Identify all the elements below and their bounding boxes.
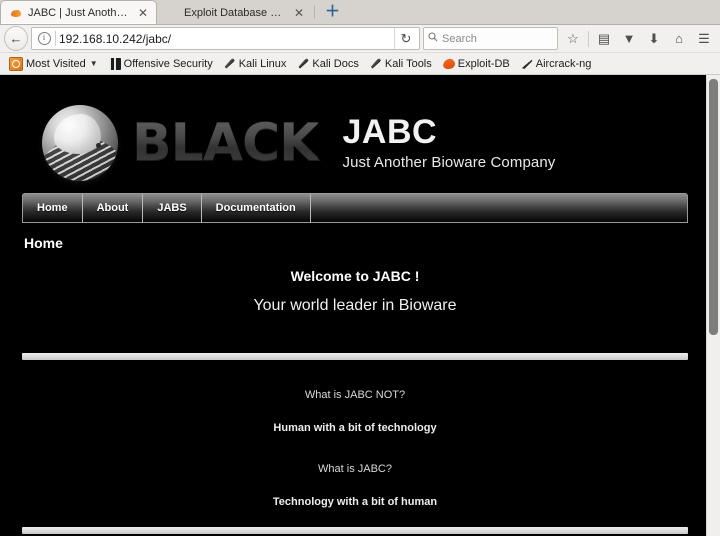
aircrack-ng-icon [521, 58, 533, 70]
exploit-db-icon [166, 6, 179, 19]
page-title: Home [24, 235, 63, 251]
browser-window: JABC | Just Another ... ✕ Exploit Databa… [0, 0, 720, 536]
tab-jabc[interactable]: JABC | Just Another ... ✕ [0, 0, 157, 24]
home-icon[interactable]: ⌂ [667, 28, 691, 50]
site-identity-icon[interactable]: i [34, 30, 54, 47]
answer-1: Human with a bit of technology [273, 422, 437, 434]
nav-item-home[interactable]: Home [23, 194, 83, 222]
page-viewport: BLACK JABC Just Another Bioware Company … [0, 75, 720, 536]
bookmark-kali-tools-label: Kali Tools [384, 57, 432, 70]
url-text: 192.168.10.242/jabc/ [59, 31, 172, 46]
answer-2: Technology with a bit of human [272, 496, 438, 508]
bookmark-exploit-db[interactable]: Exploit-DB [438, 57, 515, 71]
tagline-text: Your world leader in Bioware [253, 297, 457, 314]
navigation-toolbar: ← i 192.168.10.242/jabc/ ↻ Search ☆ ▤ ▼ … [0, 25, 720, 53]
url-separator [55, 31, 56, 46]
reader-view-icon[interactable]: ▤ [592, 28, 616, 50]
black-sphere-logo-icon [42, 105, 118, 181]
bookmarks-toolbar: Most Visited ▼ Offensive Security Kali L… [0, 53, 720, 75]
kali-dragon-icon [370, 58, 381, 69]
reload-button[interactable]: ↻ [394, 28, 417, 49]
kali-dragon-icon [298, 58, 309, 69]
chevron-down-icon: ▼ [89, 59, 98, 68]
bookmark-most-visited[interactable]: Most Visited ▼ [4, 56, 103, 72]
bookmark-most-visited-label: Most Visited [26, 57, 86, 70]
search-bar[interactable]: Search [423, 27, 558, 50]
toolbar-separator [588, 30, 589, 47]
nav-filler [311, 194, 687, 222]
downloads-icon[interactable]: ⬇ [642, 28, 666, 50]
tab-jabc-title: JABC | Just Another ... [28, 6, 131, 19]
tab-exploit-db[interactable]: Exploit Database Sear... ✕ [157, 1, 312, 24]
most-visited-icon [9, 56, 23, 71]
question-2: What is JABC? [318, 463, 392, 475]
bookmark-aircrack-ng[interactable]: Aircrack-ng [516, 57, 597, 71]
site-header: BLACK JABC Just Another Bioware Company [22, 75, 688, 193]
site-subtitle: Just Another Bioware Company [342, 153, 556, 171]
jabc-site: BLACK JABC Just Another Bioware Company … [22, 75, 688, 534]
url-bar[interactable]: i 192.168.10.242/jabc/ ↻ [31, 27, 420, 50]
vertical-scrollbar[interactable] [706, 75, 720, 536]
bookmark-offensive-security-label: Offensive Security [123, 57, 213, 70]
toolbar-icons: ☆ ▤ ▼ ⬇ ⌂ ☰ [561, 28, 716, 50]
nav-item-documentation[interactable]: Documentation [202, 194, 311, 222]
scrollbar-thumb[interactable] [709, 79, 718, 335]
tab-divider [314, 5, 315, 19]
tab-strip: JABC | Just Another ... ✕ Exploit Databa… [0, 0, 720, 25]
bookmark-kali-linux-label: Kali Linux [238, 57, 287, 70]
nav-item-jabs[interactable]: JABS [143, 194, 202, 222]
menu-hamburger-icon[interactable]: ☰ [692, 28, 716, 50]
kali-dragon-icon [224, 58, 235, 69]
site-title: JABC [342, 113, 438, 152]
bookmark-aircrack-ng-label: Aircrack-ng [535, 57, 592, 70]
divider-top [22, 353, 688, 360]
page-content: BLACK JABC Just Another Bioware Company … [0, 75, 707, 536]
bookmark-exploit-db-label: Exploit-DB [457, 57, 510, 70]
bookmark-star-icon[interactable]: ☆ [561, 28, 585, 50]
qa-block-1: What is JABC NOT? Human with a bit of te… [22, 389, 688, 434]
site-nav: Home About JABS Documentation [22, 193, 688, 223]
question-1: What is JABC NOT? [304, 389, 406, 401]
new-tab-button[interactable]: ＋ [317, 4, 348, 21]
bookmark-kali-linux[interactable]: Kali Linux [219, 57, 292, 71]
pocket-icon[interactable]: ▼ [617, 28, 641, 50]
bookmark-kali-tools[interactable]: Kali Tools [365, 57, 437, 71]
offensive-security-icon [108, 57, 121, 70]
exploit-db-icon [441, 57, 456, 71]
intro-block: Welcome to JABC ! Your world leader in B… [22, 268, 688, 315]
tab-exploit-db-title: Exploit Database Sear... [184, 6, 287, 19]
bookmark-kali-docs-label: Kali Docs [312, 57, 359, 70]
back-button[interactable]: ← [4, 26, 28, 51]
site-title-block: JABC Just Another Bioware Company [342, 113, 556, 171]
tab-exploit-db-close-icon[interactable]: ✕ [292, 7, 306, 19]
tab-jabc-close-icon[interactable]: ✕ [136, 7, 150, 19]
nav-item-about[interactable]: About [83, 194, 144, 222]
bookmark-offensive-security[interactable]: Offensive Security [104, 57, 218, 71]
firefox-globe-icon [10, 6, 23, 19]
black-wordmark: BLACK [132, 113, 319, 173]
back-arrow-icon: ← [4, 26, 28, 51]
search-icon [428, 32, 438, 45]
qa-block-2: What is JABC? Technology with a bit of h… [22, 463, 688, 508]
welcome-heading: Welcome to JABC ! [290, 268, 420, 284]
info-circle-icon: i [37, 32, 51, 45]
bookmark-kali-docs[interactable]: Kali Docs [292, 57, 363, 71]
search-placeholder: Search [442, 32, 477, 45]
search-glass-icon [428, 32, 438, 42]
